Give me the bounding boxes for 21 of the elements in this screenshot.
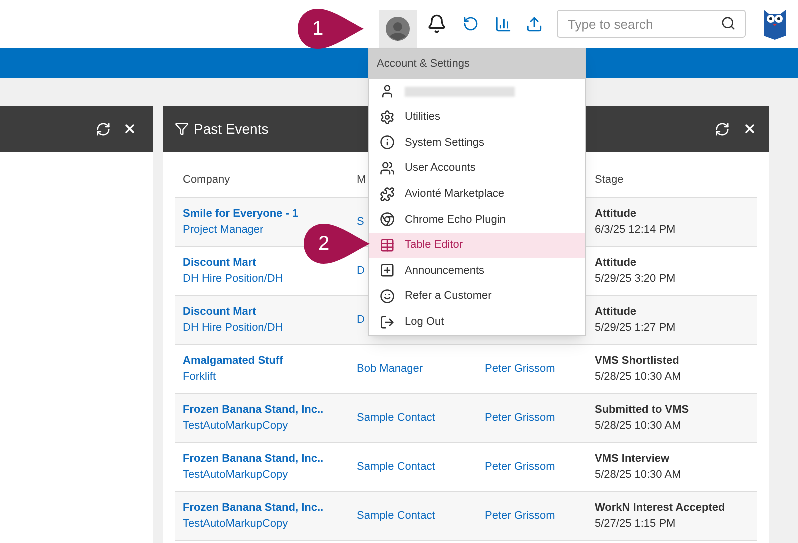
stage-text: Attitude [595,256,638,271]
step-callout: 2 [304,224,370,264]
stage-text: Attitude [595,305,638,320]
date-text: 5/28/25 10:30 AM [595,419,682,434]
date-text: 5/29/25 1:27 PM [595,321,677,336]
menu-title: Account & Settings [369,49,585,79]
date-text: 6/3/25 12:14 PM [595,223,677,238]
step-callout: 1 [298,9,364,49]
panel-title: Past Events [194,120,270,138]
date-text: 5/28/25 10:30 AM [595,468,682,483]
column-header: M [357,173,368,188]
column-header: Company [183,173,232,188]
date-text: 5/28/25 10:30 AM [595,370,682,385]
date-text: 5/27/25 1:15 PM [595,517,677,532]
stage-text: VMS Shortlisted [595,354,680,369]
stage-text: WorkN Interest Accepted [595,501,726,516]
stage-text: Submitted to VMS [595,403,690,418]
stage-text: VMS Interview [595,452,671,467]
date-text: 5/29/25 3:20 PM [595,272,677,287]
stage-text: Attitude [595,207,638,222]
column-header: Stage [595,173,625,188]
